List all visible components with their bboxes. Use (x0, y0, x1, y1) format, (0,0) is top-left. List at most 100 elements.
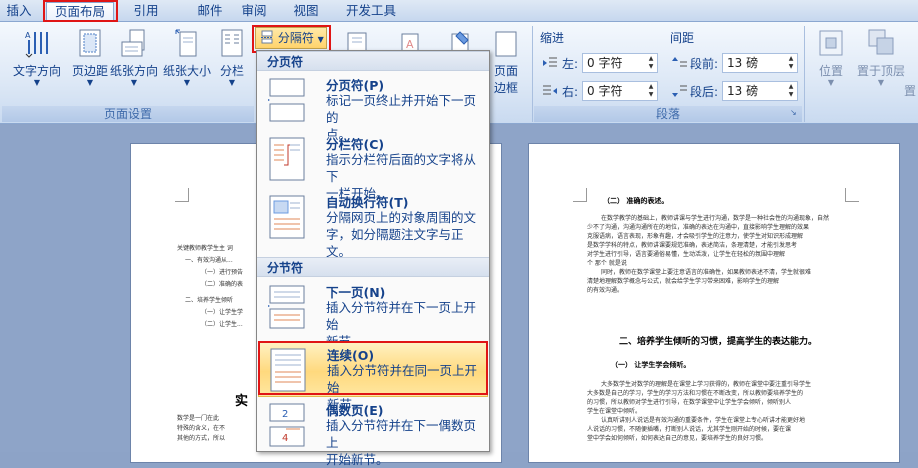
tab-developer[interactable]: 开发工具 (338, 2, 404, 22)
group-divider (532, 26, 533, 122)
page-break-icon (268, 78, 305, 122)
text-direction-label: 文字方向 (12, 64, 61, 78)
margins-label: 页边距 (71, 64, 108, 78)
dialog-launcher-icon[interactable]: ↘ (790, 108, 797, 117)
paragraph-group-label: 段落 (534, 106, 802, 122)
menu-item-continuous[interactable]: 连续(O) 插入分节符并在同一页上开始 新节。 (258, 341, 488, 412)
page-text-line: 大多数是自己的学习，学生的学习方法和习惯在不断改变，所以教师要培养学生的 (587, 390, 804, 397)
tab-insert[interactable]: 插入 (2, 2, 36, 22)
orientation-icon (121, 29, 145, 57)
columns-label: 分栏 (219, 64, 244, 78)
spacing-label: 间距 (670, 31, 695, 45)
page-text-line: 学生在课堂中倾听。 (587, 408, 642, 415)
bring-to-front-label: 置于顶层 (856, 64, 905, 78)
page-text-line: （二）准确的表 (201, 281, 244, 288)
spinner-arrows-icon[interactable]: ▲ ▼ (646, 55, 656, 71)
page-text-line: 同时，教师在数学课堂上要注意语言的准确性，如果教师表述不清，学生就很难 (601, 269, 812, 276)
column-break-icon (269, 137, 305, 181)
page-text-line: （一）让学生学 (201, 309, 244, 316)
page-text-line: 一、有效沟通从... (185, 257, 233, 264)
page-text-line: 在数学教学的基础上，教师讲课与学生进行沟通，数学是一种社会性的沟通现象，自然 (601, 215, 830, 222)
tab-view[interactable]: 视图 (284, 2, 328, 22)
indent-label: 缩进 (540, 31, 565, 45)
page-heading: 实 (235, 394, 249, 409)
orientation-button[interactable]: 纸张方向 ▼ (108, 26, 160, 92)
svg-text:4: 4 (282, 433, 288, 444)
breaks-icon (261, 30, 273, 44)
chevron-down-icon: ▼ (33, 78, 41, 87)
spacing-before-input[interactable]: 13 磅 ▲ ▼ (722, 53, 798, 73)
indent-right-label: 右: (562, 85, 579, 99)
page-subheading: （二） 准确的表述。 (603, 197, 669, 205)
indent-left-icon (543, 57, 557, 67)
page-subheading: （一） 让学生学会倾听。 (611, 361, 691, 369)
bring-to-front-button[interactable]: 置于顶层 ▼ (852, 26, 910, 92)
indent-left-input[interactable]: 0 字符 ▲ ▼ (582, 53, 658, 73)
menu-item-column-break[interactable]: 分栏符(C) 指示分栏符后面的文字将从下 一栏开始。 (258, 131, 488, 201)
columns-button[interactable]: 分栏 ▼ (212, 26, 252, 92)
page-text-line: 的习惯，所以教师对学生进行引导，在数学课堂中让学生学会倾听，倾听别人 (587, 399, 792, 406)
spacing-before-icon (672, 57, 687, 67)
spacing-after-input[interactable]: 13 磅 ▲ ▼ (722, 81, 798, 101)
indent-right-input[interactable]: 0 字符 ▲ ▼ (582, 81, 658, 101)
page-borders-label-line1: 页面 (493, 64, 518, 78)
menu-item-desc-line2: 开始新节。 (326, 452, 389, 467)
page-text-line: 认真听讲别人说话是有效沟通的重要条件，学生在课堂上专心听讲才能更好地 (601, 417, 806, 424)
document-page-right[interactable]: （二） 准确的表述。 在数学教学的基础上，教师讲课与学生进行沟通，数学是一种社会… (528, 143, 900, 463)
menu-item-desc-line1: 插入分节符并在下一偶数页上 (326, 418, 477, 450)
group-divider (804, 26, 805, 122)
page-text-line: （二）让学生... (201, 321, 243, 328)
page-text-line: 大多数学生对数学的理解是在课堂上学习获得的，教师在课堂中要注重引导学生 (601, 381, 812, 388)
spinner-arrows-icon[interactable]: ▲ ▼ (646, 83, 656, 99)
ribbon-tabs: 插入 页面布局 引用 邮件 审阅 视图 开发工具 (0, 0, 918, 22)
size-label: 纸张大小 (162, 64, 211, 78)
text-wrapping-break-icon (269, 195, 305, 239)
page-text-line: 克服语病，语言表现，形象有趣，才会吸引学生的注意力，使学生对知识形成理解 (587, 233, 804, 240)
size-button[interactable]: 纸张大小 ▼ (160, 26, 214, 92)
chevron-down-icon: ▼ (827, 78, 835, 87)
page-text-line: （一）进行预告 (201, 269, 244, 276)
crop-mark (573, 188, 587, 202)
menu-item-desc-line1: 插入分节符并在同一页上开始 (327, 363, 478, 395)
chevron-down-icon: ▼ (183, 78, 191, 87)
indent-left-value: 0 字符 (587, 56, 623, 70)
position-icon (819, 30, 843, 56)
tab-references[interactable]: 引用 (124, 2, 168, 22)
margins-icon (79, 29, 101, 57)
page-text-line: 个 那个 就是说 (587, 260, 627, 267)
page-text-line: 是数学学科的特点，教师讲课要规范准确，表述简洁，条理清楚，才能引发思考 (587, 242, 798, 249)
position-button[interactable]: 位置 ▼ (810, 26, 852, 92)
spacing-after-value: 13 磅 (727, 84, 759, 98)
chevron-down-icon: ▼ (317, 35, 324, 44)
tab-page-layout[interactable]: 页面布局 (46, 2, 114, 22)
page-text-line: 堂中学会如何倾听，如何表达自己的意见，要培养学生的良好习惯。 (587, 435, 768, 442)
page-text-line: 二、培养学生倾听 (185, 297, 234, 304)
menu-item-page-break[interactable]: 分页符(P) 标记一页终止并开始下一页的 点。 (258, 72, 488, 142)
spacing-before-value: 13 磅 (727, 56, 759, 70)
menu-item-desc-line2: 字，如分隔题注文字与正文。 (326, 227, 464, 259)
menu-item-text-wrapping-break[interactable]: 自动换行符(T) 分隔网页上的对象周围的文 字，如分隔题注文字与正文。 (258, 189, 488, 259)
menu-item-desc-line1: 指示分栏符后面的文字将从下 (326, 152, 477, 184)
menu-item-desc-line1: 标记一页终止并开始下一页的 (326, 93, 477, 125)
tab-mailings[interactable]: 邮件 (190, 2, 230, 22)
spinner-arrows-icon[interactable]: ▲ ▼ (786, 83, 796, 99)
page-text-line: 少不了沟通，沟通沟通所在的地位，准确的表达在沟通中，直接影响学生理解的效果 (587, 224, 810, 231)
section-breaks-header: 分节符 (257, 257, 489, 277)
page-borders-icon (495, 31, 517, 57)
send-back-label: 置 (904, 84, 917, 98)
page-breaks-header: 分页符 (257, 51, 489, 71)
page-borders-button[interactable]: 页面 边框 (486, 26, 526, 95)
position-label: 位置 (818, 64, 843, 78)
breaks-button[interactable]: 分隔符 ▼ (255, 27, 327, 49)
menu-item-next-page[interactable]: 下一页(N) 插入分节符并在下一页上开始新节。 (258, 279, 488, 349)
chevron-down-icon: ▼ (228, 78, 236, 87)
tab-review[interactable]: 审阅 (232, 2, 276, 22)
spinner-arrows-icon[interactable]: ▲ ▼ (786, 55, 796, 71)
text-direction-button[interactable]: A 文字方向 ▼ (8, 26, 66, 92)
menu-item-even-page[interactable]: 2 4 偶数页(E) 插入分节符并在下一偶数页上 开始新节。 (258, 397, 488, 467)
page-text-line: 清楚地理解数学概念与公式，就会给学生学习带来困难，影响学生的理解 (587, 278, 780, 285)
menu-item-desc: 插入分节符并在下一偶数页上开始新节。 (326, 417, 486, 468)
page-text-line: 数学是一门在此 (177, 415, 220, 422)
spacing-before-label: 段前: (690, 57, 719, 71)
orientation-label: 纸张方向 (109, 64, 158, 78)
